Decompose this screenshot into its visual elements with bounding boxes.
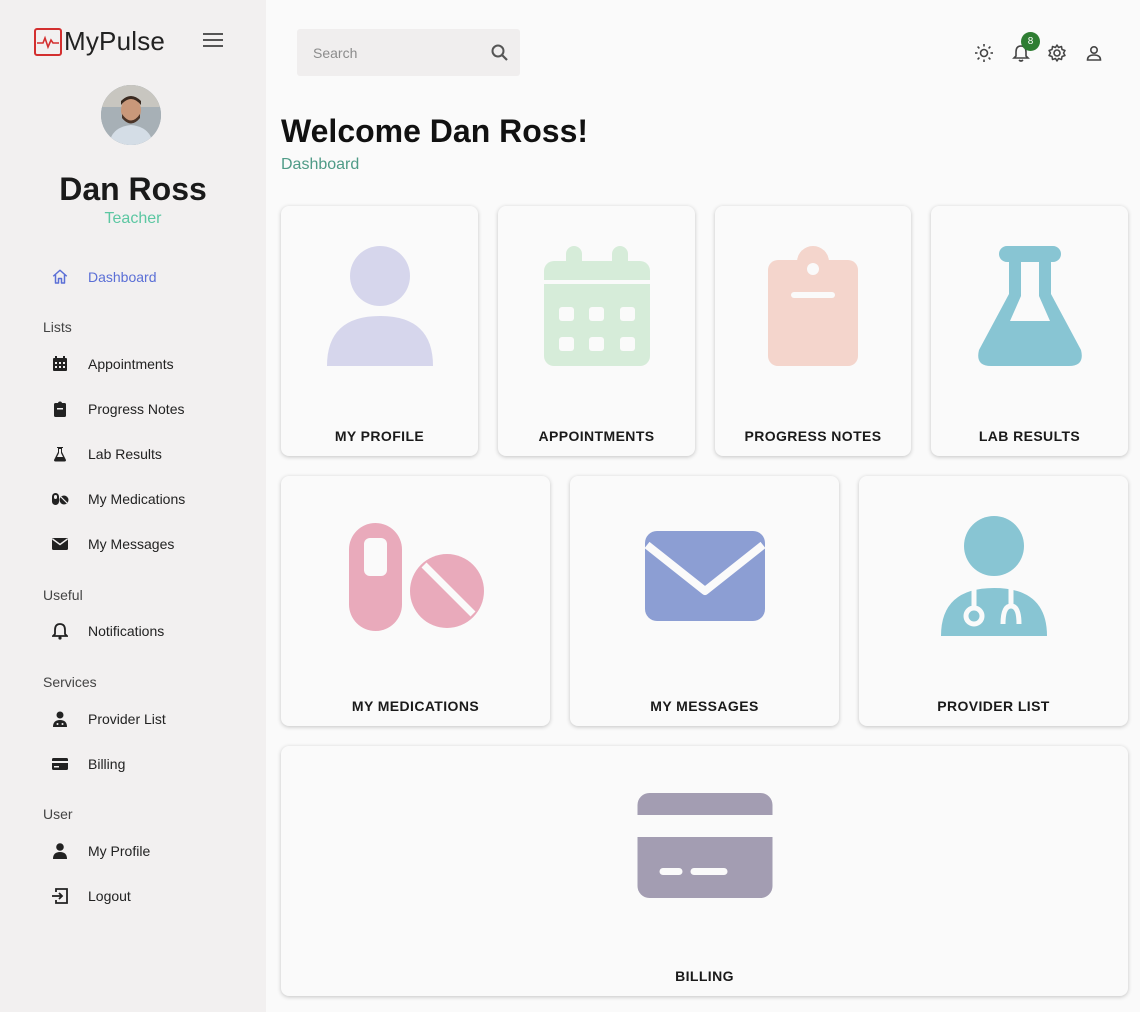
profile-icon	[326, 246, 433, 366]
card-my-profile[interactable]: MY PROFILE	[281, 206, 478, 456]
doctor-icon	[940, 516, 1047, 636]
account-person-icon[interactable]	[1084, 43, 1104, 63]
sidebar-item-label: Billing	[88, 756, 126, 772]
sidebar-item-lab-results[interactable]: Lab Results	[50, 442, 162, 466]
pills-icon	[50, 489, 70, 509]
sidebar-item-billing[interactable]: Billing	[50, 752, 125, 776]
sidebar-item-notifications[interactable]: Notifications	[50, 619, 164, 643]
sidebar-item-label: My Messages	[88, 536, 175, 552]
sidebar-item-logout[interactable]: Logout	[50, 884, 131, 908]
bell-icon	[50, 621, 70, 641]
sidebar: MyPulse Dan Ross Teacher Dashboard Lists…	[0, 0, 266, 1012]
pulse-logo-icon	[34, 27, 62, 56]
page-title: Welcome Dan Ross!	[281, 113, 589, 149]
card-label: MY MESSAGES	[650, 698, 759, 714]
card-label: BILLING	[675, 968, 734, 984]
card-label: MY PROFILE	[334, 428, 425, 444]
sidebar-item-my-profile[interactable]: My Profile	[50, 839, 150, 863]
sidebar-item-label: Lab Results	[88, 446, 162, 462]
sidebar-item-label: Dashboard	[88, 269, 157, 285]
card-progress-notes[interactable]: PROGRESS NOTES	[715, 206, 911, 456]
envelope-icon	[50, 534, 70, 554]
card-label: PROGRESS NOTES	[744, 428, 882, 444]
sidebar-item-label: Progress Notes	[88, 401, 185, 417]
user-role: Teacher	[104, 210, 162, 227]
sidebar-item-dashboard[interactable]: Dashboard	[50, 265, 157, 289]
sidebar-item-label: Provider List	[88, 711, 166, 727]
card-lab-results[interactable]: LAB RESULTS	[931, 206, 1128, 456]
sidebar-item-my-messages[interactable]: My Messages	[50, 532, 174, 556]
section-user: User	[43, 806, 73, 822]
card-my-medications[interactable]: MY MEDICATIONS	[281, 476, 550, 726]
credit-card-icon	[50, 754, 70, 774]
sidebar-item-provider-list[interactable]: Provider List	[50, 707, 166, 731]
hamburger-menu-icon[interactable]	[203, 33, 223, 49]
calendar-icon	[543, 246, 650, 366]
card-label: LAB RESULTS	[978, 428, 1081, 444]
sidebar-item-my-medications[interactable]: My Medications	[50, 487, 185, 511]
search-input[interactable]	[313, 44, 483, 61]
person-icon	[50, 841, 70, 861]
user-name: Dan Ross	[59, 171, 207, 207]
sidebar-item-label: Notifications	[88, 623, 165, 639]
search-bar	[297, 29, 520, 76]
calendar-icon	[50, 354, 70, 374]
breadcrumb[interactable]: Dashboard	[281, 156, 359, 174]
avatar[interactable]	[101, 85, 161, 145]
notification-count-badge: 8	[1021, 32, 1040, 51]
brand[interactable]: MyPulse	[34, 26, 165, 57]
search-icon[interactable]	[490, 43, 510, 63]
sidebar-item-label: My Medications	[88, 491, 186, 507]
envelope-icon	[644, 531, 765, 621]
sidebar-item-label: My Profile	[88, 843, 151, 859]
pills-icon	[348, 523, 484, 631]
credit-card-icon	[637, 793, 772, 898]
sidebar-item-progress-notes[interactable]: Progress Notes	[50, 397, 184, 421]
card-my-messages[interactable]: MY MESSAGES	[570, 476, 839, 726]
card-label: MY MEDICATIONS	[351, 698, 480, 714]
theme-toggle-sun-icon[interactable]	[974, 43, 994, 63]
card-label: APPOINTMENTS	[538, 428, 655, 444]
section-lists: Lists	[43, 319, 72, 335]
card-provider-list[interactable]: PROVIDER LIST	[859, 476, 1128, 726]
settings-gear-icon[interactable]	[1047, 43, 1067, 63]
flask-icon	[50, 444, 70, 464]
brand-name: MyPulse	[64, 26, 166, 56]
flask-icon	[977, 246, 1082, 366]
sidebar-item-appointments[interactable]: Appointments	[50, 352, 174, 376]
section-useful: Useful	[43, 587, 83, 603]
logout-icon	[50, 886, 70, 906]
sidebar-item-label: Appointments	[88, 356, 174, 372]
home-icon	[50, 267, 70, 287]
sidebar-item-label: Logout	[88, 888, 131, 904]
section-services: Services	[43, 674, 97, 690]
clipboard-icon	[768, 246, 858, 366]
doctor-icon	[50, 709, 70, 729]
card-appointments[interactable]: APPOINTMENTS	[498, 206, 695, 456]
clipboard-icon	[50, 399, 70, 419]
card-label: PROVIDER LIST	[937, 698, 1050, 714]
card-billing[interactable]: BILLING	[281, 746, 1128, 996]
